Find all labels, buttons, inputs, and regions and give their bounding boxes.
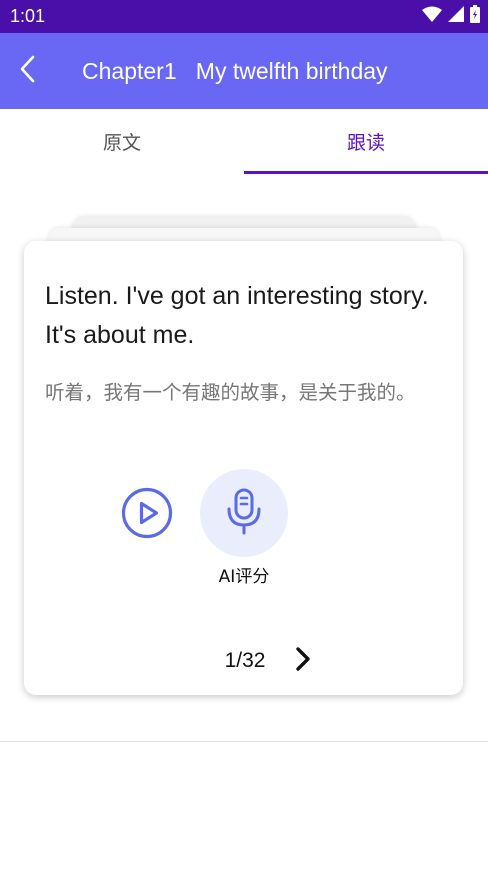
english-sentence: Listen. I've got an interesting story. I… xyxy=(45,282,429,349)
play-audio-button[interactable] xyxy=(121,487,173,539)
chinese-translation: 听着，我有一个有趣的故事，是关于我的。 xyxy=(45,381,416,404)
play-circle-icon xyxy=(121,487,173,543)
page-indicator: 1/32 xyxy=(224,649,266,672)
divider xyxy=(0,741,488,742)
back-button[interactable] xyxy=(12,53,44,89)
record-ai-score-button[interactable] xyxy=(200,469,288,557)
wifi-icon xyxy=(422,6,442,26)
status-time: 1:01 xyxy=(10,6,46,26)
ai-score-label: AI评分 xyxy=(218,567,270,587)
status-bar: 1:01 xyxy=(0,0,488,33)
tab-follow-read[interactable]: 跟读 xyxy=(244,109,488,174)
tab-original-text[interactable]: 原文 xyxy=(0,109,244,174)
cellular-signal-icon xyxy=(448,6,464,26)
status-icons xyxy=(422,5,480,27)
battery-icon xyxy=(470,5,480,27)
tab-bar: 原文 跟读 xyxy=(0,109,488,174)
chevron-left-icon xyxy=(19,55,37,87)
page-title: Chapter1 My twelfth birthday xyxy=(82,58,388,84)
chevron-right-icon xyxy=(294,646,312,676)
sentence-card: Listen. I've got an interesting story. I… xyxy=(24,241,463,695)
next-sentence-button[interactable] xyxy=(288,645,318,677)
tab-active-indicator xyxy=(244,171,488,174)
app-bar: Chapter1 My twelfth birthday xyxy=(0,33,488,109)
microphone-icon xyxy=(224,487,264,539)
